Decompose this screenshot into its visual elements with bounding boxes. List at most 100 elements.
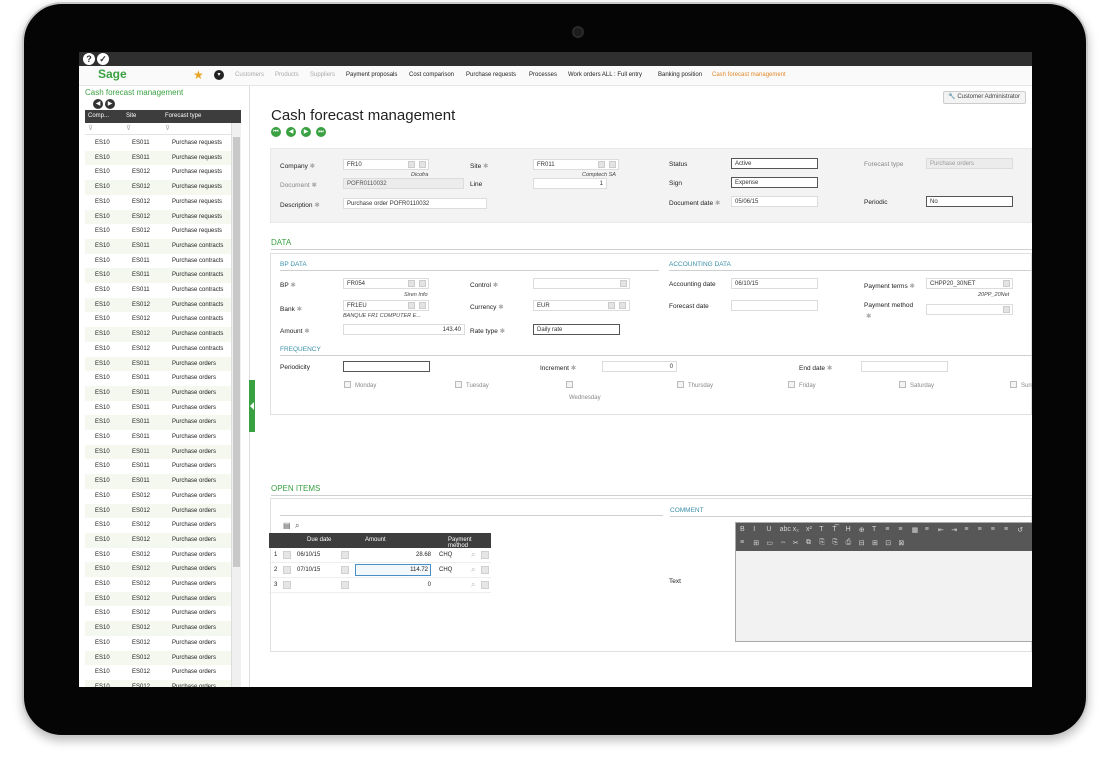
document-date-field[interactable]: 05/06/15	[731, 196, 818, 207]
list-item[interactable]: ES10 ES012 Purchase requests	[85, 224, 231, 239]
col-company[interactable]: Comp...	[88, 113, 109, 119]
currency-field[interactable]: EUR	[533, 300, 630, 311]
list-item[interactable]: ES10 ES012 Purchase orders	[85, 591, 231, 607]
prev-record-icon[interactable]: ◀	[286, 127, 296, 137]
col-due-date[interactable]: Due date	[307, 537, 331, 543]
amount-cell[interactable]: 0	[355, 582, 431, 588]
toolbar-button[interactable]: T	[872, 526, 876, 533]
due-date-cell[interactable]: 07/10/15	[297, 567, 320, 573]
increment-field[interactable]: 0	[602, 361, 677, 372]
checkbox-wednesday[interactable]	[566, 381, 577, 389]
toolbar-button[interactable]: I	[753, 526, 755, 533]
toolbar-button[interactable]: ↺	[1017, 526, 1023, 534]
amount-cell[interactable]: 28.68	[355, 552, 431, 558]
toolbar-button[interactable]: ⊞	[753, 539, 759, 547]
nav-link-purchase-requests[interactable]: Purchase requests	[466, 72, 516, 78]
toolbar-button[interactable]: ⎙	[846, 539, 852, 547]
toolbar-button[interactable]: ⇔	[780, 539, 787, 546]
list-item[interactable]: ES10 ES012 Purchase contracts	[85, 297, 231, 313]
toolbar-button[interactable]: ≡	[991, 526, 995, 533]
search-icon[interactable]: ⌕	[471, 565, 475, 575]
list-item[interactable]: ES10 ES012 Purchase orders	[85, 532, 231, 548]
forecast-date-field[interactable]	[731, 300, 818, 311]
list-item[interactable]: ES10 ES011 Purchase contracts	[85, 268, 231, 283]
list-item[interactable]: ES10 ES012 Purchase contracts	[85, 312, 231, 327]
scrollbar[interactable]	[231, 123, 241, 687]
toolbar-button[interactable]: ≡	[964, 526, 968, 533]
user-button[interactable]: 🔧 Customer Administrator	[943, 91, 1026, 104]
list-item[interactable]: ES10 ES011 Purchase contracts	[85, 254, 231, 269]
nav-link-cash-forecast[interactable]: Cash forecast management	[712, 72, 786, 78]
lookup-icon[interactable]	[481, 581, 489, 589]
payment-method-cell[interactable]: CHQ	[439, 552, 452, 558]
toolbar-button[interactable]: ⎘	[832, 539, 838, 547]
toolbar-button[interactable]: ≡	[885, 526, 889, 533]
checkbox-saturday[interactable]: Saturday	[899, 381, 934, 389]
check-icon[interactable]: ✓	[97, 53, 109, 65]
list-item[interactable]: ES10 ES011 Purchase requests	[85, 150, 231, 166]
toolbar-button[interactable]: x²	[806, 526, 812, 533]
payment-method-cell[interactable]: CHQ	[439, 567, 452, 573]
list-item[interactable]: ES10 ES011 Purchase orders	[85, 444, 231, 460]
list-item[interactable]: ES10 ES011 Purchase orders	[85, 459, 231, 474]
next-icon[interactable]: ▶	[105, 99, 115, 109]
toolbar-button[interactable]: ⇤	[938, 526, 944, 534]
list-item[interactable]: ES10 ES011 Purchase contracts	[85, 283, 231, 298]
nav-link-processes[interactable]: Processes	[529, 72, 557, 78]
nav-link-payment-proposals[interactable]: Payment proposals	[346, 72, 397, 78]
list-item[interactable]: ES10 ES011 Purchase orders	[85, 385, 231, 401]
list-item[interactable]: ES10 ES011 Purchase orders	[85, 371, 231, 386]
checkbox-sunday[interactable]: Sun	[1010, 381, 1032, 389]
toolbar-button[interactable]: H	[846, 526, 851, 533]
prev-icon[interactable]: ◀	[93, 99, 103, 109]
bank-field[interactable]: FR1EU	[343, 300, 429, 311]
list-item[interactable]: ES10 ES012 Purchase requests	[85, 165, 231, 180]
toolbar-button[interactable]: ⎘	[819, 539, 825, 547]
accounting-date-field[interactable]: 06/10/15	[731, 278, 818, 289]
chevron-down-icon[interactable]: ▾	[214, 70, 224, 80]
list-item[interactable]: ES10 ES012 Purchase contracts	[85, 327, 231, 342]
help-icon[interactable]: ?	[83, 53, 95, 65]
list-item[interactable]: ES10 ES012 Purchase orders	[85, 562, 231, 577]
sage-logo[interactable]: Sage	[98, 67, 127, 81]
toolbar-button[interactable]: U	[766, 526, 771, 533]
list-item[interactable]: ES10 ES012 Purchase requests	[85, 195, 231, 210]
lookup-icon[interactable]	[481, 566, 489, 574]
list-item[interactable]: ES10 ES011 Purchase orders	[85, 430, 231, 445]
search-icon[interactable]: ⌕	[471, 550, 475, 560]
bp-field[interactable]: FR054	[343, 278, 429, 289]
star-icon[interactable]: ★	[193, 68, 204, 82]
list-item[interactable]: ES10 ES011 Purchase orders	[85, 415, 231, 430]
list-item[interactable]: ES10 ES012 Purchase requests	[85, 209, 231, 225]
list-item[interactable]: ES10 ES012 Purchase orders	[85, 518, 231, 533]
payment-terms-field[interactable]: CHPP20_30NET	[926, 278, 1013, 289]
list-item[interactable]: ES10 ES011 Purchase requests	[85, 136, 231, 151]
search-icon[interactable]: ⌕	[295, 521, 299, 531]
toolbar-button[interactable]: T	[819, 526, 823, 533]
nav-link-banking-position[interactable]: Banking position	[658, 72, 702, 78]
comment-editor[interactable]: B I Uabc x₂ x² T T͡ H ⊕ T ≡ ≡ ▦ ≡ ⇤ ⇥ ≡ ≡ ≡ ≡ ↺ ≡ ⊞ ▭ ⇔ ✂ ⧉ ⎘ ⎘ ⎙ ⊟ ⊞ ⊡ ⊠	[735, 522, 1032, 642]
list-item[interactable]: ES10 ES012 Purchase orders	[85, 503, 231, 519]
checkbox-monday[interactable]: Monday	[344, 381, 376, 389]
toolbar-button[interactable]: B	[740, 526, 745, 533]
rate-type-field[interactable]: Daily rate	[533, 324, 620, 335]
list-item[interactable]: ES10 ES012 Purchase orders	[85, 679, 231, 687]
list-item[interactable]: ES10 ES012 Purchase orders	[85, 489, 231, 504]
nav-link-suppliers[interactable]: Suppliers	[310, 72, 335, 78]
list-item[interactable]: ES10 ES011 Purchase orders	[85, 356, 231, 372]
toolbar-button[interactable]: ▭	[766, 539, 773, 547]
filter-icon[interactable]: ⊽	[88, 124, 93, 132]
toolbar-button[interactable]: ⧉	[806, 539, 811, 547]
toolbar-button[interactable]: ⊕	[859, 526, 865, 534]
toolbar-button[interactable]: ⇥	[951, 526, 957, 534]
calendar-icon[interactable]	[341, 566, 349, 574]
scrollbar-thumb[interactable]	[233, 137, 240, 567]
col-forecast-type[interactable]: Forecast type	[165, 113, 201, 119]
due-date-cell[interactable]: 06/10/15	[297, 552, 320, 558]
company-field[interactable]: FR10	[343, 159, 429, 170]
checkbox-tuesday[interactable]: Tuesday	[455, 381, 489, 389]
list-item[interactable]: ES10 ES012 Purchase contracts	[85, 342, 231, 357]
line-field[interactable]: 1	[533, 178, 607, 189]
row-select-icon[interactable]	[283, 566, 291, 574]
list-item[interactable]: ES10 ES012 Purchase requests	[85, 180, 231, 195]
